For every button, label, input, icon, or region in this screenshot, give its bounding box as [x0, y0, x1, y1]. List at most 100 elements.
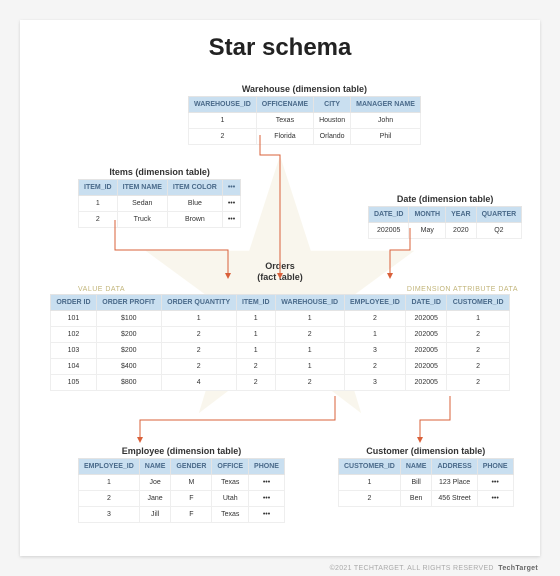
column-header: NAME: [400, 459, 432, 475]
table-cell: 2: [447, 375, 510, 391]
table-row: 1Bill123 Place•••: [339, 475, 514, 491]
table-row: 2JaneFUtah•••: [79, 491, 285, 507]
table-cell: 1: [339, 475, 401, 491]
table-cell: 2: [344, 359, 406, 375]
diagram-title: Star schema: [38, 34, 522, 62]
table-cell: Texas: [256, 113, 313, 129]
table-cell: 1: [161, 311, 236, 327]
column-header: MONTH: [409, 207, 446, 223]
table-cell: Bill: [400, 475, 432, 491]
table-cell: 103: [51, 343, 97, 359]
table-cell: 3: [79, 507, 140, 523]
orders-table-wrap: ORDER IDORDER PROFITORDER QUANTITYITEM_I…: [50, 294, 510, 391]
table-cell: 3: [344, 375, 406, 391]
table-row: 101$10011122020051: [51, 311, 510, 327]
dimension-data-label: DIMENSION ATTRIBUTE DATA: [407, 286, 518, 293]
column-header: PHONE: [477, 459, 513, 475]
table-row: 103$20021132020052: [51, 343, 510, 359]
table-row: 1JoeMTexas•••: [79, 475, 285, 491]
table-cell: 2: [161, 327, 236, 343]
table-cell: Truck: [117, 212, 167, 228]
table-cell: $400: [96, 359, 161, 375]
employee-caption: Employee (dimension table): [78, 446, 285, 456]
table-cell: Sedan: [117, 196, 167, 212]
table-cell: 202005: [369, 223, 409, 239]
table-cell: 1: [275, 359, 344, 375]
table-cell: Phil: [351, 129, 421, 145]
table-cell: •••: [222, 196, 240, 212]
table-cell: May: [409, 223, 446, 239]
table-cell: $200: [96, 327, 161, 343]
column-header: EMPLOYEE_ID: [344, 295, 406, 311]
column-header: DATE_ID: [369, 207, 409, 223]
table-cell: 202005: [406, 311, 447, 327]
table-row: 2TruckBrown•••: [79, 212, 241, 228]
table-cell: Florida: [256, 129, 313, 145]
table-row: 104$40022122020052: [51, 359, 510, 375]
table-cell: •••: [477, 475, 513, 491]
table-cell: •••: [249, 507, 285, 523]
table-cell: Utah: [212, 491, 249, 507]
table-cell: 1: [275, 311, 344, 327]
table-cell: 2020: [446, 223, 476, 239]
table-cell: 2: [447, 327, 510, 343]
column-header: MANAGER NAME: [351, 97, 421, 113]
table-row: 102$20021212020052: [51, 327, 510, 343]
column-header: CITY: [314, 97, 351, 113]
column-header: EMPLOYEE_ID: [79, 459, 140, 475]
table-cell: 2: [189, 129, 257, 145]
table-cell: 2: [236, 375, 275, 391]
table-cell: 2: [275, 327, 344, 343]
items-caption: Items (dimension table): [78, 167, 241, 177]
column-header: ADDRESS: [432, 459, 477, 475]
table-cell: 1: [344, 327, 406, 343]
table-cell: 202005: [406, 375, 447, 391]
table-cell: 101: [51, 311, 97, 327]
table-cell: 102: [51, 327, 97, 343]
column-header: WAREHOUSE_ID: [275, 295, 344, 311]
table-cell: 1: [236, 327, 275, 343]
table-cell: 2: [236, 359, 275, 375]
column-header: ITEM NAME: [117, 180, 167, 196]
column-header: WAREHOUSE_ID: [189, 97, 257, 113]
column-header: ORDER ID: [51, 295, 97, 311]
table-cell: Texas: [212, 507, 249, 523]
table-cell: Jill: [139, 507, 171, 523]
table-row: 3JillFTexas•••: [79, 507, 285, 523]
items-table: ITEM_IDITEM NAMEITEM COLOR•••1SedanBlue•…: [78, 179, 241, 228]
column-header: DATE_ID: [406, 295, 447, 311]
table-cell: 2: [339, 491, 401, 507]
warehouse-table: WAREHOUSE_IDOFFICENAMECITYMANAGER NAME1T…: [188, 96, 421, 145]
date-table: DATE_IDMONTHYEARQUARTER202005May2020Q2: [368, 206, 522, 239]
table-cell: 104: [51, 359, 97, 375]
table-cell: Houston: [314, 113, 351, 129]
date-table-wrap: Date (dimension table) DATE_IDMONTHYEARQ…: [368, 194, 522, 239]
value-data-label: VALUE DATA: [78, 286, 125, 293]
employee-table: EMPLOYEE_IDNAMEGENDEROFFICEPHONE1JoeMTex…: [78, 458, 285, 523]
column-header: OFFICE: [212, 459, 249, 475]
table-cell: Brown: [167, 212, 222, 228]
table-cell: 202005: [406, 343, 447, 359]
table-cell: M: [171, 475, 212, 491]
column-header: PHONE: [249, 459, 285, 475]
table-row: 2Ben456 Street•••: [339, 491, 514, 507]
column-header: OFFICENAME: [256, 97, 313, 113]
table-cell: 2: [344, 311, 406, 327]
table-cell: $200: [96, 343, 161, 359]
table-row: 105$80042232020052: [51, 375, 510, 391]
table-cell: 2: [447, 343, 510, 359]
column-header: CUSTOMER_ID: [447, 295, 510, 311]
table-cell: 2: [447, 359, 510, 375]
table-cell: 3: [344, 343, 406, 359]
table-cell: Orlando: [314, 129, 351, 145]
column-header: ORDER QUANTITY: [161, 295, 236, 311]
table-cell: $800: [96, 375, 161, 391]
table-cell: Blue: [167, 196, 222, 212]
date-caption: Date (dimension table): [368, 194, 522, 204]
table-cell: Joe: [139, 475, 171, 491]
column-header: ITEM_ID: [236, 295, 275, 311]
diagram-card: Star schema Warehouse (dimension table) …: [20, 20, 540, 556]
column-header: CUSTOMER_ID: [339, 459, 401, 475]
column-header: •••: [222, 180, 240, 196]
table-cell: •••: [477, 491, 513, 507]
